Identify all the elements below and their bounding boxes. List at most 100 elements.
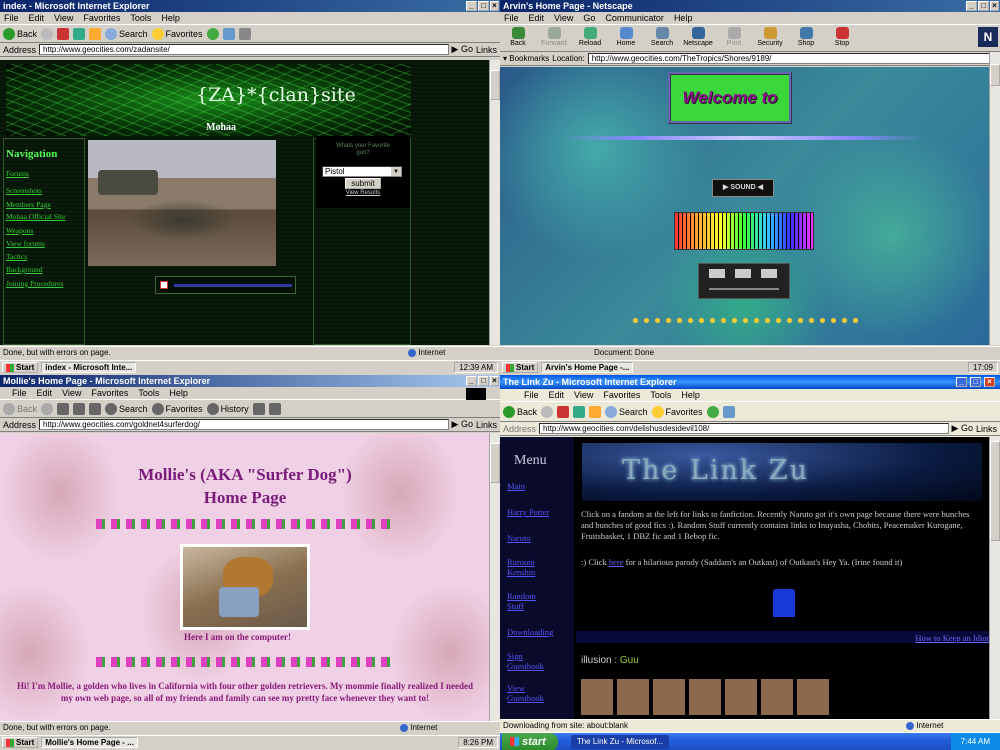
- maximize-button[interactable]: □: [978, 1, 989, 11]
- print-icon[interactable]: [238, 27, 251, 40]
- taskbar-task-button[interactable]: Mollie's Home Page - ...: [41, 737, 138, 748]
- refresh-icon[interactable]: [73, 27, 86, 40]
- nav-link-mohaa-official[interactable]: Mohaa Official Site: [6, 212, 65, 221]
- parody-here-link[interactable]: here: [609, 557, 624, 567]
- menu-edit[interactable]: Edit: [29, 13, 45, 23]
- refresh-icon[interactable]: [73, 402, 86, 415]
- ns-print-button[interactable]: Print: [716, 25, 752, 51]
- taskbar-task-button[interactable]: The Link Zu - Microsof...: [570, 734, 670, 749]
- mail-icon[interactable]: [252, 402, 265, 415]
- menu-file[interactable]: File: [12, 388, 27, 398]
- side-link-downloading[interactable]: Downloading: [507, 627, 553, 637]
- submit-button[interactable]: submit: [345, 178, 381, 189]
- menu-help[interactable]: Help: [169, 388, 188, 398]
- vertical-scrollbar[interactable]: [989, 52, 1000, 345]
- nav-link-view-forums[interactable]: View forums: [6, 239, 45, 248]
- stop-icon[interactable]: [557, 405, 570, 418]
- menu-tools[interactable]: Tools: [138, 388, 159, 398]
- menu-view[interactable]: View: [54, 13, 73, 23]
- menu-view[interactable]: View: [574, 390, 593, 400]
- menu-help[interactable]: Help: [681, 390, 700, 400]
- menu-communicator[interactable]: Communicator: [605, 13, 664, 23]
- links-button[interactable]: Links: [476, 420, 497, 430]
- nav-link-forums[interactable]: Forums: [6, 169, 29, 178]
- vertical-scrollbar[interactable]: [489, 433, 500, 721]
- maximize-button[interactable]: □: [478, 376, 489, 386]
- links-button[interactable]: Links: [976, 424, 997, 434]
- refresh-icon[interactable]: [573, 405, 586, 418]
- links-button[interactable]: Links: [476, 45, 497, 55]
- go-button[interactable]: ▶ Go: [452, 44, 473, 55]
- vertical-scrollbar[interactable]: [489, 60, 500, 345]
- ns-stop-button[interactable]: Stop: [824, 25, 860, 51]
- close-button[interactable]: ×: [490, 1, 499, 11]
- side-link-harry-potter[interactable]: Harry Potter: [507, 507, 549, 517]
- taskbar-task-button[interactable]: Arvin's Home Page -...: [541, 362, 634, 373]
- favorites-button[interactable]: Favorites: [151, 25, 203, 43]
- menu-file[interactable]: File: [504, 13, 519, 23]
- home-icon[interactable]: [589, 405, 602, 418]
- seek-slider[interactable]: [709, 288, 779, 290]
- media-icon[interactable]: [206, 27, 219, 40]
- forward-arrow-icon[interactable]: [41, 27, 54, 40]
- minimize-button[interactable]: _: [966, 1, 977, 11]
- favorites-button[interactable]: Favorites: [651, 403, 703, 421]
- ns-home-button[interactable]: Home: [608, 25, 644, 51]
- start-button[interactable]: Start: [2, 737, 39, 748]
- maximize-button[interactable]: □: [970, 377, 981, 387]
- nav-link-members[interactable]: Members Page: [6, 200, 51, 209]
- scroll-thumb[interactable]: [490, 443, 500, 483]
- start-button[interactable]: start: [502, 732, 558, 750]
- minimize-button[interactable]: _: [466, 376, 477, 386]
- menu-view[interactable]: View: [62, 388, 81, 398]
- go-button[interactable]: ▶ Go: [452, 419, 473, 430]
- side-link-naruto[interactable]: Naruto: [507, 533, 531, 543]
- scroll-thumb[interactable]: [490, 70, 500, 100]
- menu-go[interactable]: Go: [583, 13, 595, 23]
- menu-file[interactable]: File: [4, 13, 19, 23]
- back-button[interactable]: Back: [3, 25, 37, 43]
- print-icon[interactable]: [268, 402, 281, 415]
- menu-help[interactable]: Help: [161, 13, 180, 23]
- side-link-rurouni-kenshin[interactable]: Rurouni Kenshin: [507, 557, 547, 577]
- side-link-main[interactable]: Main: [507, 481, 525, 491]
- menu-file[interactable]: File: [524, 390, 539, 400]
- back-button[interactable]: Back: [503, 403, 537, 421]
- nav-link-screenshots[interactable]: Screenshots: [6, 186, 42, 195]
- bookmarks-button[interactable]: ▾ Bookmarks: [503, 54, 549, 63]
- ns-netscape-button[interactable]: Netscape: [680, 25, 716, 51]
- menu-help[interactable]: Help: [674, 13, 693, 23]
- stop-icon[interactable]: [57, 27, 70, 40]
- menu-edit[interactable]: Edit: [549, 390, 565, 400]
- ns-forward-button[interactable]: Forward: [536, 25, 572, 51]
- scroll-thumb[interactable]: [990, 441, 1000, 541]
- nav-link-background[interactable]: Background: [6, 265, 43, 274]
- illusion-name[interactable]: Guu: [620, 655, 639, 666]
- start-button[interactable]: Start: [2, 362, 39, 373]
- search-button[interactable]: Search: [105, 400, 148, 418]
- search-button[interactable]: Search: [605, 403, 648, 421]
- nav-link-weapons[interactable]: Weapons: [6, 226, 33, 235]
- menu-tools[interactable]: Tools: [650, 390, 671, 400]
- side-link-random-stuff[interactable]: Random Stuff: [507, 591, 547, 611]
- view-results-link[interactable]: View Results: [316, 190, 410, 196]
- close-button[interactable]: ×: [984, 377, 995, 387]
- rewind-button[interactable]: [709, 269, 725, 278]
- go-button[interactable]: ▶ Go: [952, 423, 973, 434]
- taskbar-task-button[interactable]: index - Microsoft Inte...: [41, 362, 137, 373]
- home-icon[interactable]: [89, 402, 102, 415]
- side-link-sign-guestbook[interactable]: Sign Guestbook: [507, 651, 557, 671]
- favorites-button[interactable]: Favorites: [151, 400, 203, 418]
- side-link-view-guestbook[interactable]: View Guestbook: [507, 683, 557, 703]
- stop-icon[interactable]: [57, 402, 70, 415]
- menu-tools[interactable]: Tools: [130, 13, 151, 23]
- sound-button[interactable]: ▶ SOUND ◀: [712, 179, 774, 197]
- scroll-thumb[interactable]: [990, 64, 1000, 86]
- menu-edit[interactable]: Edit: [37, 388, 53, 398]
- minimize-button[interactable]: _: [466, 1, 477, 11]
- mail-icon[interactable]: [722, 405, 735, 418]
- menu-favorites[interactable]: Favorites: [603, 390, 640, 400]
- back-button[interactable]: Back: [3, 400, 37, 418]
- url-field[interactable]: http://www.geocities.com/delishusdesidev…: [539, 423, 949, 434]
- url-field[interactable]: http://www.geocities.com/TheTropics/Shor…: [587, 53, 997, 64]
